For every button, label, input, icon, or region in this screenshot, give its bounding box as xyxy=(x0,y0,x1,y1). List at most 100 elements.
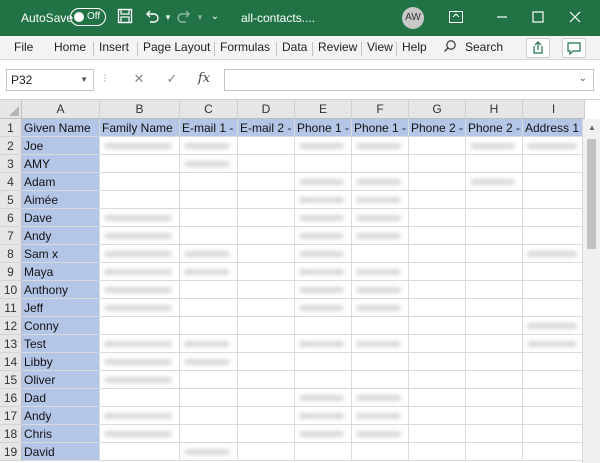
table-cell[interactable] xyxy=(238,209,295,227)
table-cell[interactable] xyxy=(352,317,409,335)
table-cell[interactable] xyxy=(295,227,352,245)
table-cell[interactable] xyxy=(180,353,238,371)
table-cell[interactable] xyxy=(466,227,523,245)
table-cell[interactable] xyxy=(523,371,585,389)
table-cell[interactable] xyxy=(100,209,180,227)
table-cell[interactable] xyxy=(180,389,238,407)
search-icon[interactable] xyxy=(443,39,459,55)
given-name-cell[interactable]: Adam xyxy=(22,173,100,191)
given-name-cell[interactable]: Joe xyxy=(22,137,100,155)
given-name-cell[interactable]: Dad xyxy=(22,389,100,407)
row-header[interactable]: 5 xyxy=(0,191,22,209)
table-cell[interactable] xyxy=(523,425,585,443)
given-name-cell[interactable]: Test xyxy=(22,335,100,353)
table-cell[interactable] xyxy=(180,227,238,245)
table-cell[interactable] xyxy=(295,371,352,389)
table-cell[interactable] xyxy=(466,299,523,317)
column-header-e[interactable]: E xyxy=(295,100,352,119)
table-cell[interactable] xyxy=(352,443,409,461)
table-cell[interactable] xyxy=(295,173,352,191)
column-header-d[interactable]: D xyxy=(238,100,295,119)
table-cell[interactable] xyxy=(352,425,409,443)
autosave-toggle[interactable]: Off xyxy=(70,8,106,26)
header-cell[interactable]: Given Name xyxy=(22,119,100,137)
given-name-cell[interactable]: Dave xyxy=(22,209,100,227)
table-cell[interactable] xyxy=(466,389,523,407)
table-cell[interactable] xyxy=(180,191,238,209)
table-cell[interactable] xyxy=(409,299,466,317)
table-cell[interactable] xyxy=(295,335,352,353)
table-cell[interactable] xyxy=(409,425,466,443)
table-cell[interactable] xyxy=(100,137,180,155)
table-cell[interactable] xyxy=(409,335,466,353)
worksheet-grid[interactable]: A B C D E F G H I 1 Given Name Family Name E-mail 1 … xyxy=(0,100,600,463)
table-cell[interactable] xyxy=(238,155,295,173)
table-cell[interactable] xyxy=(295,281,352,299)
tab-file[interactable]: File xyxy=(14,40,33,54)
table-cell[interactable] xyxy=(238,191,295,209)
row-header[interactable]: 2 xyxy=(0,137,22,155)
table-cell[interactable] xyxy=(180,335,238,353)
table-cell[interactable] xyxy=(295,389,352,407)
share-button[interactable] xyxy=(526,38,550,58)
given-name-cell[interactable]: Sam x xyxy=(22,245,100,263)
tab-home[interactable]: Home xyxy=(54,40,86,54)
table-cell[interactable] xyxy=(180,425,238,443)
table-cell[interactable] xyxy=(238,335,295,353)
table-cell[interactable] xyxy=(409,245,466,263)
header-cell[interactable]: Phone 1 - xyxy=(352,119,409,137)
header-cell[interactable]: Phone 1 - xyxy=(295,119,352,137)
table-cell[interactable] xyxy=(466,137,523,155)
table-cell[interactable] xyxy=(409,137,466,155)
table-cell[interactable] xyxy=(238,425,295,443)
row-header[interactable]: 3 xyxy=(0,155,22,173)
table-cell[interactable] xyxy=(180,371,238,389)
table-cell[interactable] xyxy=(409,281,466,299)
given-name-cell[interactable]: AMY xyxy=(22,155,100,173)
tab-review[interactable]: Review xyxy=(318,40,357,54)
table-cell[interactable] xyxy=(100,245,180,263)
table-cell[interactable] xyxy=(295,245,352,263)
table-cell[interactable] xyxy=(238,227,295,245)
table-cell[interactable] xyxy=(352,263,409,281)
row-header[interactable]: 15 xyxy=(0,371,22,389)
table-cell[interactable] xyxy=(523,245,585,263)
table-cell[interactable] xyxy=(409,173,466,191)
row-header[interactable]: 17 xyxy=(0,407,22,425)
row-header[interactable]: 1 xyxy=(0,119,22,137)
table-cell[interactable] xyxy=(409,443,466,461)
row-header[interactable]: 4 xyxy=(0,173,22,191)
insert-function-icon[interactable]: fx xyxy=(196,71,212,87)
column-header-a[interactable]: A xyxy=(22,100,100,119)
row-header[interactable]: 13 xyxy=(0,335,22,353)
given-name-cell[interactable]: David xyxy=(22,443,100,461)
tab-data[interactable]: Data xyxy=(282,40,307,54)
table-cell[interactable] xyxy=(352,335,409,353)
table-cell[interactable] xyxy=(352,209,409,227)
table-cell[interactable] xyxy=(409,389,466,407)
table-cell[interactable] xyxy=(295,425,352,443)
table-cell[interactable] xyxy=(100,155,180,173)
table-cell[interactable] xyxy=(295,137,352,155)
table-cell[interactable] xyxy=(100,371,180,389)
column-header-c[interactable]: C xyxy=(180,100,238,119)
header-cell[interactable]: E-mail 2 - xyxy=(238,119,295,137)
table-cell[interactable] xyxy=(523,299,585,317)
given-name-cell[interactable]: Maya xyxy=(22,263,100,281)
row-header[interactable]: 12 xyxy=(0,317,22,335)
table-cell[interactable] xyxy=(238,389,295,407)
table-cell[interactable] xyxy=(523,317,585,335)
row-header[interactable]: 9 xyxy=(0,263,22,281)
table-cell[interactable] xyxy=(523,137,585,155)
tab-help[interactable]: Help xyxy=(402,40,427,54)
table-cell[interactable] xyxy=(352,173,409,191)
row-header[interactable]: 16 xyxy=(0,389,22,407)
table-cell[interactable] xyxy=(409,407,466,425)
chevron-down-icon[interactable]: ▼ xyxy=(80,75,88,84)
table-cell[interactable] xyxy=(238,371,295,389)
table-cell[interactable] xyxy=(466,263,523,281)
table-cell[interactable] xyxy=(100,425,180,443)
given-name-cell[interactable]: Aimée xyxy=(22,191,100,209)
row-header[interactable]: 7 xyxy=(0,227,22,245)
table-cell[interactable] xyxy=(352,299,409,317)
